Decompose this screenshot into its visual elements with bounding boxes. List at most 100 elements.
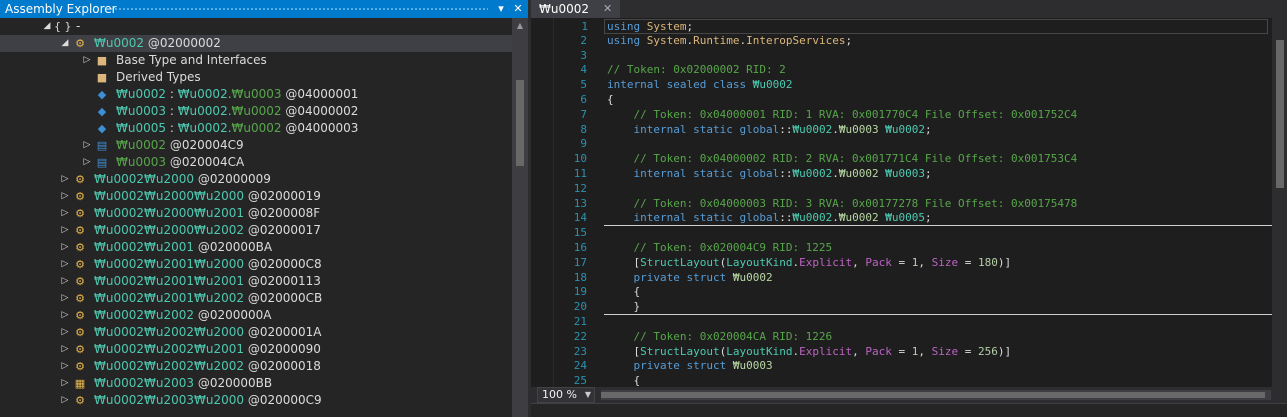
- tree-node[interactable]: ◢ ⚙ ₩u0002 @02000002: [0, 35, 512, 52]
- tree-label-part: ₩u0002₩u2001₩u2002: [94, 291, 245, 305]
- panel-titlebar[interactable]: Assembly Explorer ▾ ✕: [0, 0, 528, 18]
- class-icon: ⚙: [75, 309, 85, 322]
- class-icon: ⚙: [75, 326, 85, 339]
- tree-node[interactable]: ▷ ⚙ ₩u0002₩u2000₩u2001 @0200008F: [0, 205, 512, 222]
- code-line[interactable]: 9: [531, 137, 1272, 152]
- tree-node[interactable]: ▷ ⚙ ₩u0002₩u2000₩u2000 @02000019: [0, 188, 512, 205]
- tree-node[interactable]: ▷ ▦ ₩u0002₩u2003 @020000BB: [0, 375, 512, 392]
- horizontal-scrollbar[interactable]: [601, 390, 1271, 400]
- tree-node[interactable]: ▷ ■ Base Type and Interfaces: [0, 52, 512, 69]
- expand-arrow-icon[interactable]: ▷: [60, 188, 70, 205]
- code-line[interactable]: 18 private struct ₩u0002: [531, 271, 1272, 286]
- code-line[interactable]: 24 private struct ₩u0003: [531, 359, 1272, 374]
- tree-node[interactable]: ▷ ⚙ ₩u0002₩u2003₩u2000 @020000C9: [0, 392, 512, 409]
- tree-label-part: :: [166, 87, 178, 101]
- code-line[interactable]: 17 [StructLayout(LayoutKind.Explicit, Pa…: [531, 256, 1272, 271]
- expand-arrow-icon[interactable]: ▷: [60, 205, 70, 222]
- code-line[interactable]: 3: [531, 49, 1272, 64]
- tab-u0002[interactable]: ₩u0002 ✕: [531, 0, 621, 18]
- code-line[interactable]: 14 internal static global::₩u0002.₩u0002…: [531, 211, 1272, 226]
- code-line[interactable]: 13 // Token: 0x04000003 RID: 3 RVA: 0x00…: [531, 197, 1272, 212]
- expand-arrow-icon[interactable]: ▷: [60, 273, 70, 290]
- code-line[interactable]: 2 using System.Runtime.InteropServices;: [531, 34, 1272, 49]
- code-line[interactable]: 23 [StructLayout(LayoutKind.Explicit, Pa…: [531, 345, 1272, 360]
- dropdown-icon[interactable]: ▾: [494, 1, 508, 17]
- scroll-up-icon[interactable]: ▲: [512, 18, 528, 34]
- code-line[interactable]: 8 internal static global::₩u0002.₩u0003 …: [531, 123, 1272, 138]
- close-icon[interactable]: ✕: [511, 1, 525, 17]
- collapse-arrow-icon[interactable]: ◢: [42, 18, 52, 35]
- code-line[interactable]: 22 // Token: 0x020004CA RID: 1226: [531, 330, 1272, 345]
- tree-node[interactable]: ▷ ⚙ ₩u0002₩u2001₩u2000 @020000C8: [0, 256, 512, 273]
- code-view[interactable]: 1 using System; 2 using System.Runtime.Inte…: [531, 18, 1272, 387]
- code-line[interactable]: 7 // Token: 0x04000001 RID: 1 RVA: 0x001…: [531, 108, 1272, 123]
- tree-node[interactable]: ◢{ } -: [0, 18, 512, 35]
- expand-arrow-icon[interactable]: ▷: [60, 239, 70, 256]
- tree-node[interactable]: ◆ ₩u0005 : ₩u0002.₩u0002 @04000003: [0, 120, 512, 137]
- tree-node[interactable]: ▷ ⚙ ₩u0002₩u2001 @020000BA: [0, 239, 512, 256]
- collapse-arrow-icon[interactable]: ◢: [60, 35, 70, 52]
- code-line[interactable]: 20 }: [531, 300, 1272, 315]
- scrollbar-thumb[interactable]: [516, 80, 524, 166]
- expand-arrow-icon[interactable]: ▷: [60, 324, 70, 341]
- expand-arrow-icon[interactable]: ▷: [60, 375, 70, 392]
- line-number: 9: [580, 137, 587, 151]
- tree-node-label: ₩u0002₩u2002 @0200000A: [94, 307, 272, 324]
- tree-node[interactable]: ▷ ⚙ ₩u0002₩u2001₩u2001 @02000113: [0, 273, 512, 290]
- tree-node[interactable]: ▷ ⚙ ₩u0002₩u2002₩u2000 @0200001A: [0, 324, 512, 341]
- expand-arrow-icon[interactable]: ▷: [60, 307, 70, 324]
- horizontal-scrollbar-thumb[interactable]: [601, 392, 1265, 398]
- code-line[interactable]: 4 // Token: 0x02000002 RID: 2: [531, 63, 1272, 78]
- tree-node[interactable]: ◆ ₩u0003 : ₩u0002.₩u0002 @04000002: [0, 103, 512, 120]
- code-line[interactable]: 1 using System;: [581, 19, 1268, 35]
- code-line[interactable]: 10 // Token: 0x04000002 RID: 2 RVA: 0x00…: [531, 152, 1272, 167]
- code-line[interactable]: 19 {: [531, 285, 1272, 300]
- tree-label-part: @04000003: [281, 121, 359, 135]
- tree-node[interactable]: ▷ ⚙ ₩u0002₩u2000₩u2002 @02000017: [0, 222, 512, 239]
- expand-arrow-icon[interactable]: ▷: [82, 52, 92, 69]
- code-token: ::: [779, 122, 793, 136]
- expand-arrow-icon[interactable]: ▷: [60, 222, 70, 239]
- code-line[interactable]: 25 {: [531, 374, 1272, 387]
- code-line[interactable]: 21: [531, 315, 1272, 330]
- folder-icon: ■: [96, 54, 108, 67]
- expand-arrow-icon[interactable]: ▷: [60, 341, 70, 358]
- expand-arrow-icon[interactable]: ▷: [60, 358, 70, 375]
- code-line[interactable]: 5 internal sealed class ₩u0002: [531, 78, 1272, 93]
- code-line[interactable]: 11 internal static global::₩u0002.₩u0002…: [531, 167, 1272, 182]
- assembly-tree[interactable]: ◢{ } - ◢ ⚙ ₩u0002 @02000002 ▷ ■ Base Type and I…: [0, 18, 512, 417]
- expand-arrow-icon[interactable]: ▷: [60, 171, 70, 188]
- tree-node[interactable]: ▷ ▤ ₩u0002 @020004C9: [0, 137, 512, 154]
- code-token: global: [739, 122, 780, 136]
- code-token: )]: [997, 255, 1012, 269]
- code-line[interactable]: 16 // Token: 0x020004C9 RID: 1225: [531, 241, 1272, 256]
- tree-node-label: ₩u0002₩u2000₩u2001 @0200008F: [94, 205, 320, 222]
- editor-scrollbar[interactable]: [1272, 18, 1287, 387]
- tree-node[interactable]: ▷ ⚙ ₩u0002₩u2002 @0200000A: [0, 307, 512, 324]
- chevron-down-icon[interactable]: ▼: [582, 388, 594, 402]
- expand-arrow-icon[interactable]: ▷: [60, 392, 70, 409]
- tree-node[interactable]: ▷ ⚙ ₩u0002₩u2002₩u2001 @02000090: [0, 341, 512, 358]
- editor-scrollbar-thumb[interactable]: [1276, 40, 1284, 188]
- expand-arrow-icon[interactable]: ▷: [60, 256, 70, 273]
- expand-arrow-icon[interactable]: ▷: [82, 154, 92, 171]
- code-text: using System;: [607, 20, 693, 35]
- tree-node[interactable]: ▷ ▤ ₩u0003 @020004CA: [0, 154, 512, 171]
- tree-node[interactable]: ▷ ⚙ ₩u0002₩u2002₩u2002 @02000018: [0, 358, 512, 375]
- tree-node[interactable]: ◆ ₩u0002 : ₩u0002.₩u0003 @04000001: [0, 86, 512, 103]
- tree-node[interactable]: ▷ ⚙ ₩u0002₩u2000 @02000009: [0, 171, 512, 188]
- expand-arrow-icon[interactable]: ▷: [60, 290, 70, 307]
- code-line[interactable]: 6{: [531, 93, 1272, 108]
- tree-node[interactable]: ■ Derived Types: [0, 69, 512, 86]
- code-text: internal static global::₩u0002.₩u0002 ₩u…: [607, 211, 932, 226]
- tree-node[interactable]: ▷ ⚙ ₩u0002₩u2001₩u2002 @020000CB: [0, 290, 512, 307]
- drag-grip[interactable]: [110, 7, 488, 11]
- tab-close-icon[interactable]: ✕: [603, 0, 612, 18]
- tree-scrollbar[interactable]: ▲: [512, 18, 528, 417]
- code-line[interactable]: 15: [531, 226, 1272, 241]
- code-line[interactable]: 12: [531, 182, 1272, 197]
- tree-label-part: ₩u0002₩u2002₩u2001: [94, 342, 245, 356]
- zoom-select[interactable]: 100 % ▼: [537, 387, 595, 403]
- expand-arrow-icon[interactable]: ▷: [82, 137, 92, 154]
